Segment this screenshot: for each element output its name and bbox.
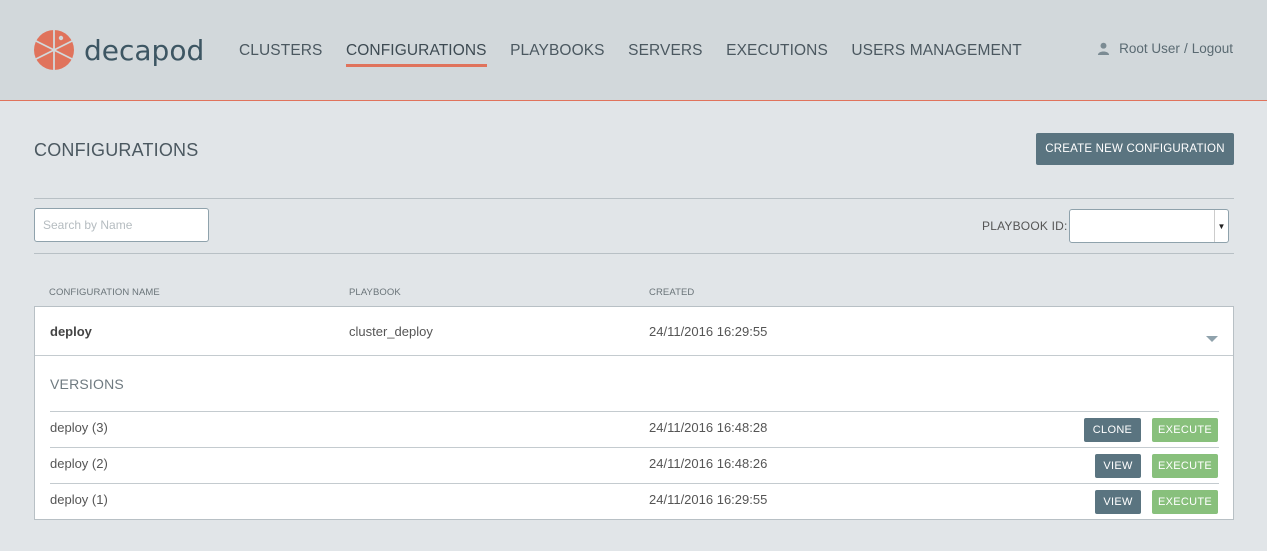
column-header-name[interactable]: CONFIGURATION NAME (49, 287, 160, 298)
column-header-created[interactable]: CREATED (649, 287, 694, 298)
clone-button[interactable]: CLONE (1084, 418, 1141, 442)
table-row[interactable]: deploy cluster_deploy 24/11/2016 16:29:5… (35, 307, 1233, 356)
version-name: deploy (3) (50, 420, 108, 435)
version-row: deploy (3) 24/11/2016 16:48:28 CLONE EXE… (50, 411, 1219, 447)
logo-text: decapod (84, 33, 205, 67)
top-header: decapod CLUSTERS CONFIGURATIONS PLAYBOOK… (0, 0, 1267, 101)
logout-link[interactable]: Logout (1192, 41, 1233, 56)
page-title: CONFIGURATIONS (34, 140, 199, 160)
config-created: 24/11/2016 16:29:55 (649, 324, 768, 339)
chevron-down-icon[interactable] (1206, 336, 1218, 342)
view-button[interactable]: VIEW (1095, 454, 1141, 478)
version-date: 24/11/2016 16:29:55 (649, 492, 768, 507)
user-icon (1098, 42, 1110, 55)
version-name: deploy (2) (50, 456, 108, 471)
user-separator: / (1183, 41, 1188, 56)
nav-clusters[interactable]: CLUSTERS (239, 42, 322, 67)
execute-button[interactable]: EXECUTE (1152, 418, 1218, 442)
logo[interactable]: decapod (33, 28, 204, 72)
version-name: deploy (1) (50, 492, 108, 507)
playbook-id-select[interactable]: ▼ (1069, 209, 1229, 243)
search-input[interactable] (34, 208, 209, 242)
version-row: deploy (1) 24/11/2016 16:29:55 VIEW EXEC… (50, 483, 1219, 519)
shrimp-logo-icon (34, 30, 74, 70)
nav-playbooks[interactable]: PLAYBOOKS (510, 42, 605, 67)
version-date: 24/11/2016 16:48:28 (649, 420, 768, 435)
divider-top (34, 198, 1234, 199)
execute-button[interactable]: EXECUTE (1152, 454, 1218, 478)
divider-filters (34, 253, 1234, 254)
dropdown-arrow-icon[interactable]: ▼ (1214, 210, 1228, 242)
config-playbook: cluster_deploy (349, 324, 433, 339)
versions-title: VERSIONS (50, 376, 124, 392)
view-button[interactable]: VIEW (1095, 490, 1141, 514)
user-name-link[interactable]: Root User (1119, 41, 1180, 56)
column-header-playbook[interactable]: PLAYBOOK (349, 287, 401, 298)
nav-executions[interactable]: EXECUTIONS (726, 42, 828, 67)
config-name: deploy (50, 324, 92, 339)
execute-button[interactable]: EXECUTE (1152, 490, 1218, 514)
main-nav: CLUSTERS CONFIGURATIONS PLAYBOOKS SERVER… (239, 42, 1045, 67)
user-menu: Root User / Logout (1097, 41, 1233, 56)
nav-users-management[interactable]: USERS MANAGEMENT (851, 42, 1021, 67)
nav-servers[interactable]: SERVERS (628, 42, 703, 67)
nav-configurations[interactable]: CONFIGURATIONS (345, 42, 487, 67)
playbook-id-label: PLAYBOOK ID: (982, 219, 1068, 233)
version-date: 24/11/2016 16:48:26 (649, 456, 768, 471)
configurations-table: deploy cluster_deploy 24/11/2016 16:29:5… (34, 306, 1234, 520)
version-row: deploy (2) 24/11/2016 16:48:26 VIEW EXEC… (50, 447, 1219, 483)
create-configuration-button[interactable]: CREATE NEW CONFIGURATION (1036, 133, 1234, 165)
